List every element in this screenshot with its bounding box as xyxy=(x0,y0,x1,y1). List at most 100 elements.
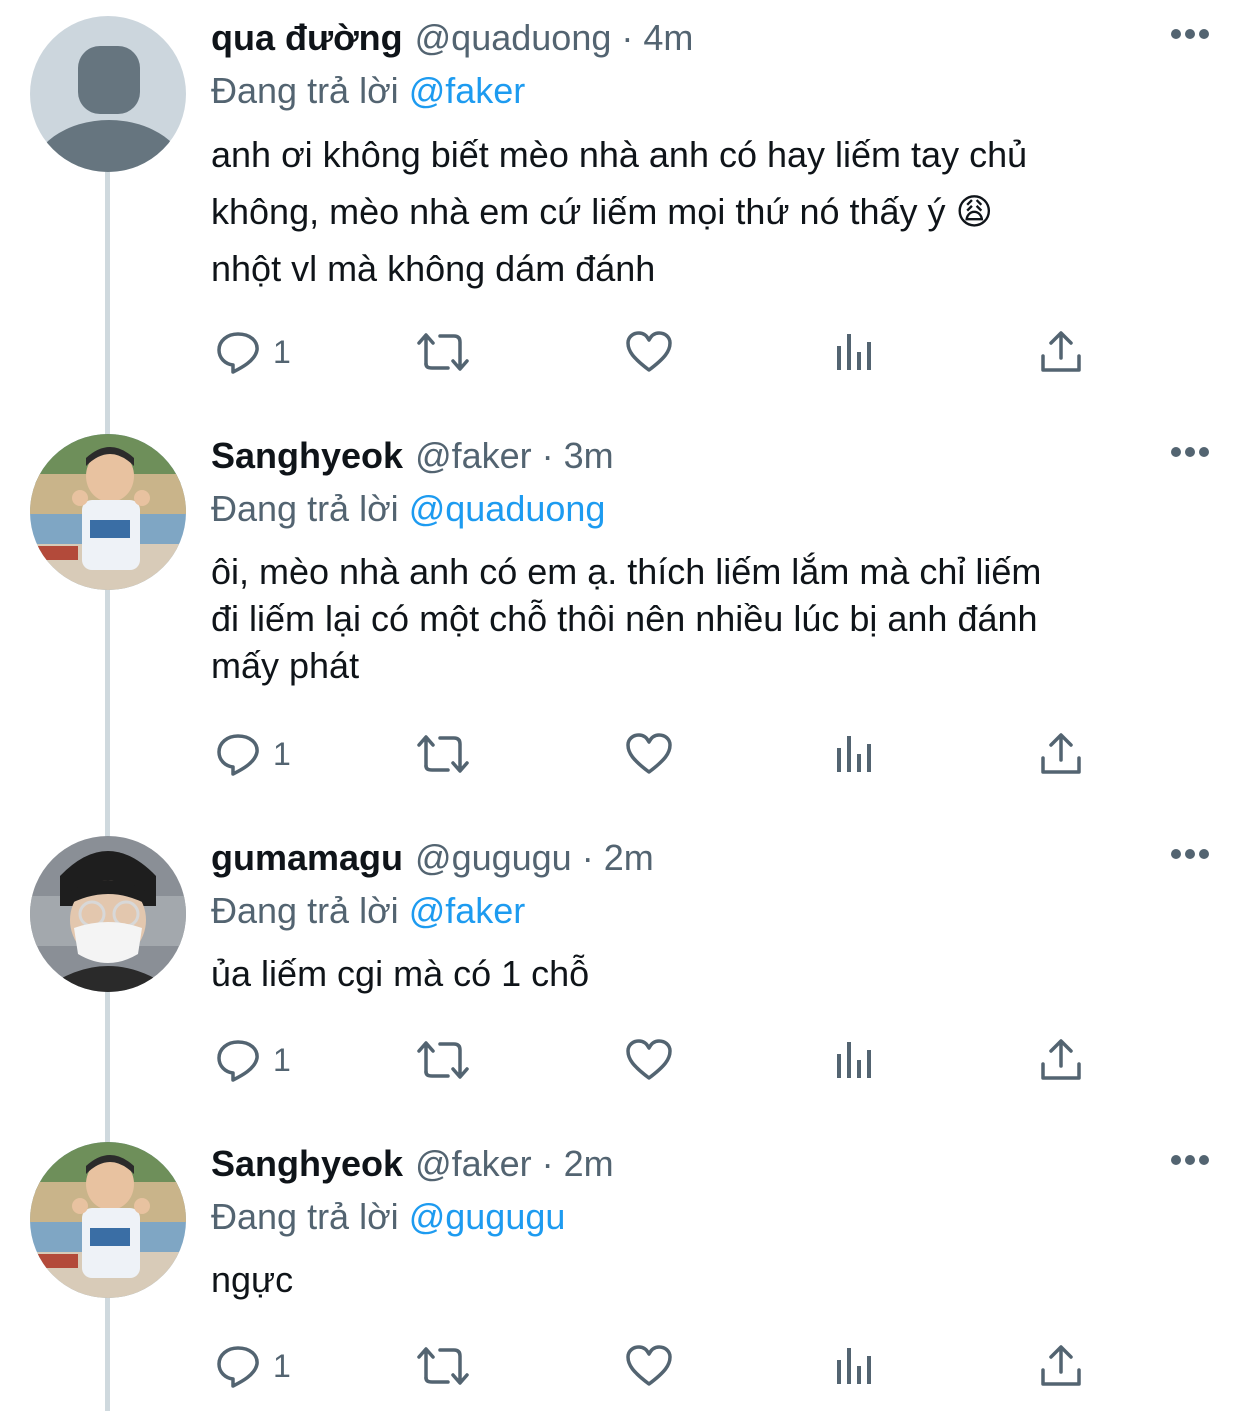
mention-link[interactable]: @quaduong xyxy=(409,488,606,529)
mention-link[interactable]: @gugugu xyxy=(409,1196,566,1237)
share-button[interactable] xyxy=(1039,324,1083,380)
reply-icon xyxy=(217,1346,259,1388)
replying-to: Đang trả lời @gugugu xyxy=(211,1192,1202,1242)
timestamp[interactable]: 2m xyxy=(604,837,654,879)
share-button[interactable] xyxy=(1039,726,1083,782)
tweet[interactable]: qua đường @quaduong · 4m Đang trả lời @f… xyxy=(0,10,1242,410)
user-handle[interactable]: @faker xyxy=(415,435,532,477)
more-icon xyxy=(1171,849,1209,859)
tweet-text: ngực xyxy=(211,1259,294,1300)
user-handle[interactable]: @gugugu xyxy=(415,837,572,879)
heart-icon xyxy=(626,1039,672,1080)
tweet-text: ủa liếm cgi mà có 1 chỗ xyxy=(211,953,590,994)
separator-dot: · xyxy=(541,435,554,476)
child-photo-avatar xyxy=(30,1142,186,1298)
share-icon xyxy=(1041,1039,1081,1080)
analytics-button[interactable] xyxy=(835,1032,877,1088)
display-name[interactable]: qua đường xyxy=(211,17,403,59)
separator-dot: · xyxy=(581,837,594,878)
timestamp[interactable]: 2m xyxy=(564,1143,614,1185)
analytics-button[interactable] xyxy=(835,726,877,782)
analytics-icon xyxy=(837,736,871,772)
analytics-button[interactable] xyxy=(835,1338,877,1394)
user-handle[interactable]: @faker xyxy=(415,1143,532,1185)
replying-to: Đang trả lời @faker xyxy=(211,66,1202,116)
tweet-actions: 1 xyxy=(211,726,1091,782)
tweet-header: Sanghyeok @faker · 2m xyxy=(211,1136,1202,1192)
more-icon xyxy=(1171,447,1209,457)
analytics-icon xyxy=(837,1348,871,1384)
reply-button[interactable]: 1 xyxy=(215,1032,291,1088)
retweet-icon xyxy=(417,1347,469,1385)
replying-to: Đang trả lời @faker xyxy=(211,886,1202,936)
avatar[interactable] xyxy=(30,836,186,992)
tweet-text: anh ơi không biết mèo nhà anh có hay liế… xyxy=(211,134,1028,289)
reply-button[interactable]: 1 xyxy=(215,726,291,782)
more-options-button[interactable] xyxy=(1170,1152,1210,1172)
more-options-button[interactable] xyxy=(1170,444,1210,464)
tweet-actions: 1 xyxy=(211,1338,1091,1394)
avatar[interactable] xyxy=(30,1142,186,1298)
tweet[interactable]: Sanghyeok @faker · 3m Đang trả lời @quad… xyxy=(0,428,1242,808)
analytics-button[interactable] xyxy=(835,324,877,380)
timestamp[interactable]: 4m xyxy=(643,17,693,59)
display-name[interactable]: Sanghyeok xyxy=(211,435,403,477)
child-photo-avatar xyxy=(30,434,186,590)
avatar[interactable] xyxy=(30,16,186,172)
analytics-icon xyxy=(837,1042,871,1078)
mention-link[interactable]: @faker xyxy=(409,890,526,931)
separator-dot: · xyxy=(541,1143,554,1184)
retweet-icon xyxy=(417,735,469,773)
tweet-text: ôi, mèo nhà anh có em ạ. thích liếm lắm … xyxy=(211,551,1042,686)
reply-icon xyxy=(217,332,259,374)
tweet-header: gumamagu @gugugu · 2m xyxy=(211,830,1202,886)
reply-count: 1 xyxy=(273,333,291,370)
reply-count: 1 xyxy=(273,735,291,772)
retweet-button[interactable] xyxy=(416,1032,472,1088)
tweet-actions: 1 xyxy=(211,324,1091,380)
like-button[interactable] xyxy=(625,1032,673,1088)
user-handle[interactable]: @quaduong xyxy=(415,17,612,59)
mention-link[interactable]: @faker xyxy=(409,70,526,111)
more-icon xyxy=(1171,1155,1209,1165)
timestamp[interactable]: 3m xyxy=(564,435,614,477)
retweet-button[interactable] xyxy=(416,1338,472,1394)
tweet[interactable]: Sanghyeok @faker · 2m Đang trả lời @gugu… xyxy=(0,1136,1242,1411)
share-icon xyxy=(1041,1345,1081,1386)
retweet-icon xyxy=(417,333,469,371)
tweet[interactable]: gumamagu @gugugu · 2m Đang trả lời @fake… xyxy=(0,830,1242,1110)
more-icon xyxy=(1171,29,1209,39)
share-icon xyxy=(1041,733,1081,774)
reply-button[interactable]: 1 xyxy=(215,324,291,380)
masked-person-avatar xyxy=(30,836,186,992)
like-button[interactable] xyxy=(625,324,673,380)
tweet-actions: 1 xyxy=(211,1032,1091,1088)
heart-icon xyxy=(626,331,672,372)
replying-to-label: Đang trả lời xyxy=(211,488,399,529)
replying-to-label: Đang trả lời xyxy=(211,1196,399,1237)
share-button[interactable] xyxy=(1039,1338,1083,1394)
separator-dot: · xyxy=(621,17,634,58)
replying-to: Đang trả lời @quaduong xyxy=(211,484,1202,534)
tweet-header: qua đường @quaduong · 4m xyxy=(211,10,1202,66)
retweet-button[interactable] xyxy=(416,726,472,782)
reply-button[interactable]: 1 xyxy=(215,1338,291,1394)
display-name[interactable]: gumamagu xyxy=(211,837,403,879)
avatar[interactable] xyxy=(30,434,186,590)
replying-to-label: Đang trả lời xyxy=(211,890,399,931)
tweet-header: Sanghyeok @faker · 3m xyxy=(211,428,1202,484)
more-options-button[interactable] xyxy=(1170,26,1210,46)
retweet-button[interactable] xyxy=(416,324,472,380)
retweet-icon xyxy=(417,1041,469,1079)
replying-to-label: Đang trả lời xyxy=(211,70,399,111)
analytics-icon xyxy=(837,334,871,370)
like-button[interactable] xyxy=(625,1338,673,1394)
reply-icon xyxy=(217,1040,259,1082)
reply-icon xyxy=(217,734,259,776)
more-options-button[interactable] xyxy=(1170,846,1210,866)
display-name[interactable]: Sanghyeok xyxy=(211,1143,403,1185)
share-button[interactable] xyxy=(1039,1032,1083,1088)
reply-count: 1 xyxy=(273,1041,291,1078)
heart-icon xyxy=(626,733,672,774)
like-button[interactable] xyxy=(625,726,673,782)
